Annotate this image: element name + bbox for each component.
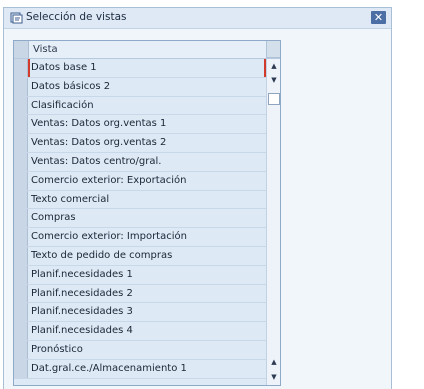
table-row[interactable]: Clasificación	[14, 96, 266, 116]
row-selector[interactable]	[14, 77, 28, 96]
table-row[interactable]: Planif.necesidades 4	[14, 322, 266, 341]
scroll-thumb[interactable]	[268, 93, 280, 105]
table-row[interactable]: Planif.necesidades 2	[14, 284, 266, 304]
row-label: Pronóstico	[31, 343, 83, 355]
title-bar: Selección de vistas ✕	[4, 8, 391, 29]
row-label: Ventas: Datos org.ventas 1	[31, 118, 167, 130]
scroll-down-icon[interactable]: ▼	[268, 75, 280, 86]
row-label: Texto comercial	[31, 193, 110, 205]
row-label: Ventas: Datos org.ventas 2	[31, 137, 167, 149]
dialog-title: Selección de vistas	[26, 11, 127, 23]
row-label: Planif.necesidades 3	[31, 306, 133, 318]
row-selector[interactable]	[14, 134, 28, 152]
row-selector[interactable]	[14, 228, 28, 246]
row-label: Texto de pedido de compras	[31, 249, 173, 261]
row-label: Dat.gral.ce./Almacenamiento 1	[31, 362, 187, 374]
row-selector[interactable]	[14, 303, 28, 322]
table-row[interactable]: Planif.necesidades 1	[14, 265, 266, 285]
row-label: Datos básicos 2	[31, 80, 111, 92]
table-header: Vista	[14, 41, 280, 59]
column-settings-corner[interactable]	[266, 41, 280, 58]
table-row[interactable]: Ventas: Datos org.ventas 1	[14, 115, 266, 135]
table-row[interactable]: Planif.necesidades 3	[14, 303, 266, 323]
scroll-up-bottom-icon[interactable]: ▲	[268, 357, 280, 368]
close-button[interactable]: ✕	[371, 11, 386, 24]
scroll-up-icon[interactable]: ▲	[268, 61, 280, 72]
row-label: Ventas: Datos centro/gral.	[31, 155, 162, 167]
table-row[interactable]: Ventas: Datos centro/gral.	[14, 152, 266, 172]
column-header-vista[interactable]: Vista	[33, 44, 58, 55]
row-selector[interactable]	[14, 359, 28, 378]
view-selection-icon	[9, 10, 25, 26]
row-selector[interactable]	[14, 96, 28, 115]
table-row[interactable]: Pronóstico	[14, 340, 266, 360]
row-label: Planif.necesidades 1	[31, 268, 133, 280]
row-label: Comercio exterior: Importación	[31, 231, 187, 243]
row-selector[interactable]	[14, 152, 28, 171]
row-selector[interactable]	[14, 115, 28, 134]
row-label: Comercio exterior: Exportación	[31, 174, 187, 186]
row-selector[interactable]	[14, 171, 28, 190]
row-label: Clasificación	[31, 99, 94, 111]
select-all-cell[interactable]	[14, 41, 29, 58]
row-selector[interactable]	[14, 284, 28, 303]
vertical-scrollbar[interactable]: ▲ ▼ ▲ ▼	[266, 59, 280, 385]
table-row[interactable]: Comercio exterior: Importación	[14, 228, 266, 247]
row-selector[interactable]	[14, 322, 28, 340]
row-label: Datos base 1	[31, 62, 97, 73]
table-row[interactable]: Ventas: Datos org.ventas 2	[14, 134, 266, 153]
table-row[interactable]: Datos básicos 2	[14, 77, 266, 97]
row-label: Planif.necesidades 4	[31, 325, 133, 337]
row-selector[interactable]	[14, 340, 28, 359]
views-table: Vista Datos base 1 Datos básicos 2 Clasifi…	[13, 40, 281, 386]
table-row[interactable]: Texto comercial	[14, 190, 266, 210]
row-selector[interactable]	[14, 246, 28, 265]
table-row[interactable]: Datos base 1	[14, 59, 266, 78]
table-row[interactable]: Dat.gral.ce./Almacenamiento 1	[14, 359, 266, 379]
row-selector[interactable]	[14, 265, 28, 284]
table-row[interactable]: Texto de pedido de compras	[14, 246, 266, 266]
table-row[interactable]: Compras	[14, 209, 266, 229]
row-label: Compras	[31, 212, 76, 224]
row-label: Planif.necesidades 2	[31, 287, 133, 299]
table-row[interactable]: Comercio exterior: Exportación	[14, 171, 266, 191]
table-rows: Datos base 1 Datos básicos 2 Clasificación…	[14, 59, 266, 379]
row-selector[interactable]	[14, 190, 28, 209]
scroll-down-bottom-icon[interactable]: ▼	[268, 372, 280, 383]
view-selection-dialog: Selección de vistas ✕ Vista Datos base 1…	[3, 7, 392, 389]
row-selector[interactable]	[14, 59, 28, 77]
row-selector[interactable]	[14, 209, 28, 228]
